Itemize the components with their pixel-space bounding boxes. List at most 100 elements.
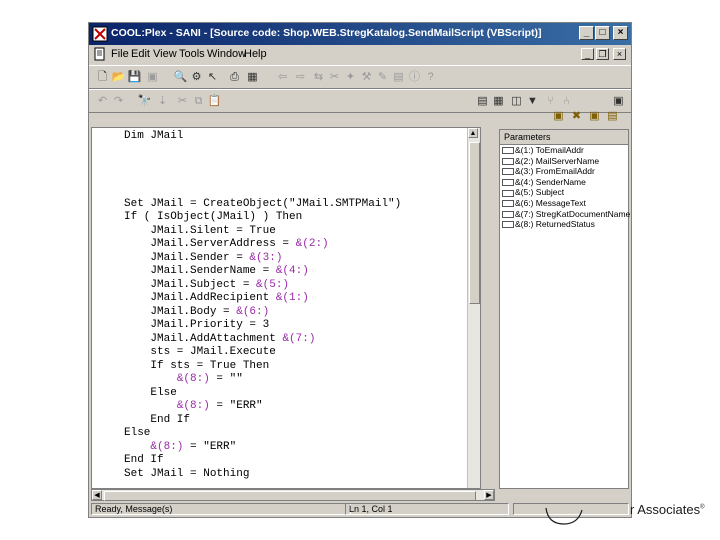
mdi-minimize-button[interactable]: _	[581, 48, 594, 60]
new-document-icon[interactable]: 🗋	[95, 70, 110, 84]
magic-icon[interactable]: ✦	[343, 70, 358, 84]
parameter-icon	[502, 221, 514, 229]
parameter-item[interactable]: &(7:) StregKatDocumentName	[500, 209, 630, 220]
parameter-item[interactable]: &(5:) Subject	[500, 187, 628, 198]
find-icon[interactable]: 🔍	[173, 70, 188, 84]
code-editor[interactable]: Dim JMail Set JMail = CreateObject("JMai…	[91, 127, 481, 489]
code-parameter: &(4:)	[275, 265, 309, 277]
code-text: JMail.ServerAddress =	[124, 238, 296, 250]
info-icon[interactable]: ⓘ	[407, 70, 422, 84]
save-all-icon[interactable]: ▣	[145, 70, 160, 84]
code-line[interactable]	[124, 144, 401, 158]
code-line[interactable]	[124, 157, 401, 171]
link-icon[interactable]: ⇆	[311, 70, 326, 84]
code-line[interactable]	[124, 184, 401, 198]
highlight4-icon[interactable]: ▤	[605, 109, 620, 123]
scissors-icon[interactable]: ✂	[327, 70, 342, 84]
code-line[interactable]: Dim JMail	[124, 130, 401, 144]
mdi-restore-button[interactable]: ❐	[596, 48, 609, 60]
scroll-up-arrow-icon[interactable]: ▲	[468, 128, 478, 138]
code-line[interactable]	[124, 171, 401, 185]
code-line[interactable]: JMail.Subject = &(5:)	[124, 279, 401, 293]
parameter-item[interactable]: &(3:) FromEmailAddr	[500, 166, 628, 177]
code-line[interactable]: JMail.Priority = 3	[124, 319, 401, 333]
code-parameter: &(3:)	[249, 251, 283, 264]
scroll-right-arrow-icon[interactable]: ▶	[484, 490, 494, 500]
menu-file[interactable]: File	[111, 48, 129, 60]
code-line[interactable]: &(8:) = ""	[124, 373, 401, 387]
parameter-item[interactable]: &(6:) MessageText	[500, 198, 628, 209]
forward-icon[interactable]: ⇨	[293, 70, 308, 84]
menu-tools[interactable]: Tools	[179, 48, 205, 60]
parameter-label: &(5:) Subject	[515, 187, 565, 198]
parameter-item[interactable]: &(8:) ReturnedStatus	[500, 219, 628, 230]
code-line[interactable]: JMail.AddAttachment &(7:)	[124, 333, 401, 347]
code-line[interactable]: Set JMail = CreateObject("JMail.SMTPMail…	[124, 198, 401, 212]
code-text: JMail.SenderName =	[124, 265, 276, 277]
help-icon[interactable]: ?	[423, 70, 438, 84]
menu-window[interactable]: Window	[207, 48, 246, 60]
code-line[interactable]: Else	[124, 427, 401, 441]
code-line[interactable]: If sts = True Then	[124, 360, 401, 374]
parameter-item[interactable]: &(2:) MailServerName	[500, 156, 628, 167]
code-lines[interactable]: Dim JMail Set JMail = CreateObject("JMai…	[124, 130, 401, 481]
highlight3-icon[interactable]: ▣	[587, 109, 602, 123]
tools-icon[interactable]: ⚒	[359, 70, 374, 84]
title-bar[interactable]: COOL:Plex - SANI - [Source code: Shop.WE…	[89, 23, 631, 45]
parameter-icon	[502, 189, 514, 197]
parameters-header[interactable]: Parameters	[500, 130, 628, 145]
find-next-icon[interactable]: ⇣	[155, 94, 170, 108]
code-horizontal-scrollbar[interactable]: ◀ ▶	[91, 489, 495, 501]
undo-icon[interactable]: ↶	[95, 94, 110, 108]
code-line[interactable]: End If	[124, 414, 401, 428]
scroll-thumb[interactable]	[469, 142, 480, 304]
open-folder-icon[interactable]: 📂	[111, 70, 126, 84]
code-line[interactable]: JMail.ServerAddress = &(2:)	[124, 238, 401, 252]
scroll-left-arrow-icon[interactable]: ◀	[92, 490, 102, 500]
pointer-icon[interactable]: ↖	[205, 70, 220, 84]
parameter-item[interactable]: &(4:) SenderName	[500, 177, 628, 188]
menu-edit[interactable]: Edit	[131, 48, 150, 60]
code-parameter: &(8:)	[150, 440, 184, 453]
code-line[interactable]: JMail.Body = &(6:)	[124, 306, 401, 320]
highlight1-icon[interactable]: ▣	[551, 109, 566, 123]
code-vertical-scrollbar[interactable]: ▲	[467, 128, 480, 488]
print-icon[interactable]: ⎙	[227, 70, 242, 84]
document-icon[interactable]	[93, 47, 107, 61]
brand-text: r Associates®	[630, 502, 705, 517]
code-parameter: &(7:)	[282, 332, 316, 345]
save-icon[interactable]: 💾	[127, 70, 142, 84]
paste-icon[interactable]: 📋	[207, 94, 222, 108]
code-line[interactable]: Else	[124, 387, 401, 401]
menu-help[interactable]: Help	[244, 48, 267, 60]
properties2-icon[interactable]: ▤	[391, 70, 406, 84]
binoculars-icon[interactable]: 🔭	[137, 94, 152, 108]
cut-icon[interactable]: ✂	[175, 94, 190, 108]
code-line[interactable]: JMail.SenderName = &(4:)	[124, 265, 401, 279]
menu-view[interactable]: View	[153, 48, 177, 60]
close-button[interactable]: ×	[613, 26, 628, 40]
code-text: JMail.AddAttachment	[124, 332, 283, 345]
copy-icon[interactable]: ⧉	[191, 94, 206, 108]
code-line[interactable]: JMail.Silent = True	[124, 225, 401, 239]
code-line[interactable]: Set JMail = Nothing	[124, 468, 401, 482]
redo-icon[interactable]: ↷	[111, 94, 126, 108]
code-line[interactable]: JMail.AddRecipient &(1:)	[124, 292, 401, 306]
mdi-close-button[interactable]: ×	[613, 48, 626, 60]
hscroll-thumb[interactable]	[104, 491, 476, 501]
code-line[interactable]: &(8:) = "ERR"	[124, 400, 401, 414]
parameter-item[interactable]: &(1:) ToEmailAddr	[500, 145, 628, 156]
code-line[interactable]: JMail.Sender = &(3:)	[124, 252, 401, 266]
code-text: If sts = True Then	[124, 359, 270, 372]
back-icon[interactable]: ⇦	[275, 70, 290, 84]
code-line[interactable]: &(8:) = "ERR"	[124, 441, 401, 455]
code-line[interactable]: If ( IsObject(JMail) ) Then	[124, 211, 401, 225]
properties-icon[interactable]: ✎	[375, 70, 390, 84]
code-line[interactable]: End If	[124, 454, 401, 468]
highlight2-icon[interactable]: ✖	[569, 109, 584, 123]
maximize-button[interactable]: □	[595, 26, 610, 40]
print-preview-icon[interactable]: ▦	[245, 70, 260, 84]
code-line[interactable]: sts = JMail.Execute	[124, 346, 401, 360]
model-icon[interactable]: ⚙	[189, 70, 204, 84]
minimize-button[interactable]: _	[579, 26, 594, 40]
